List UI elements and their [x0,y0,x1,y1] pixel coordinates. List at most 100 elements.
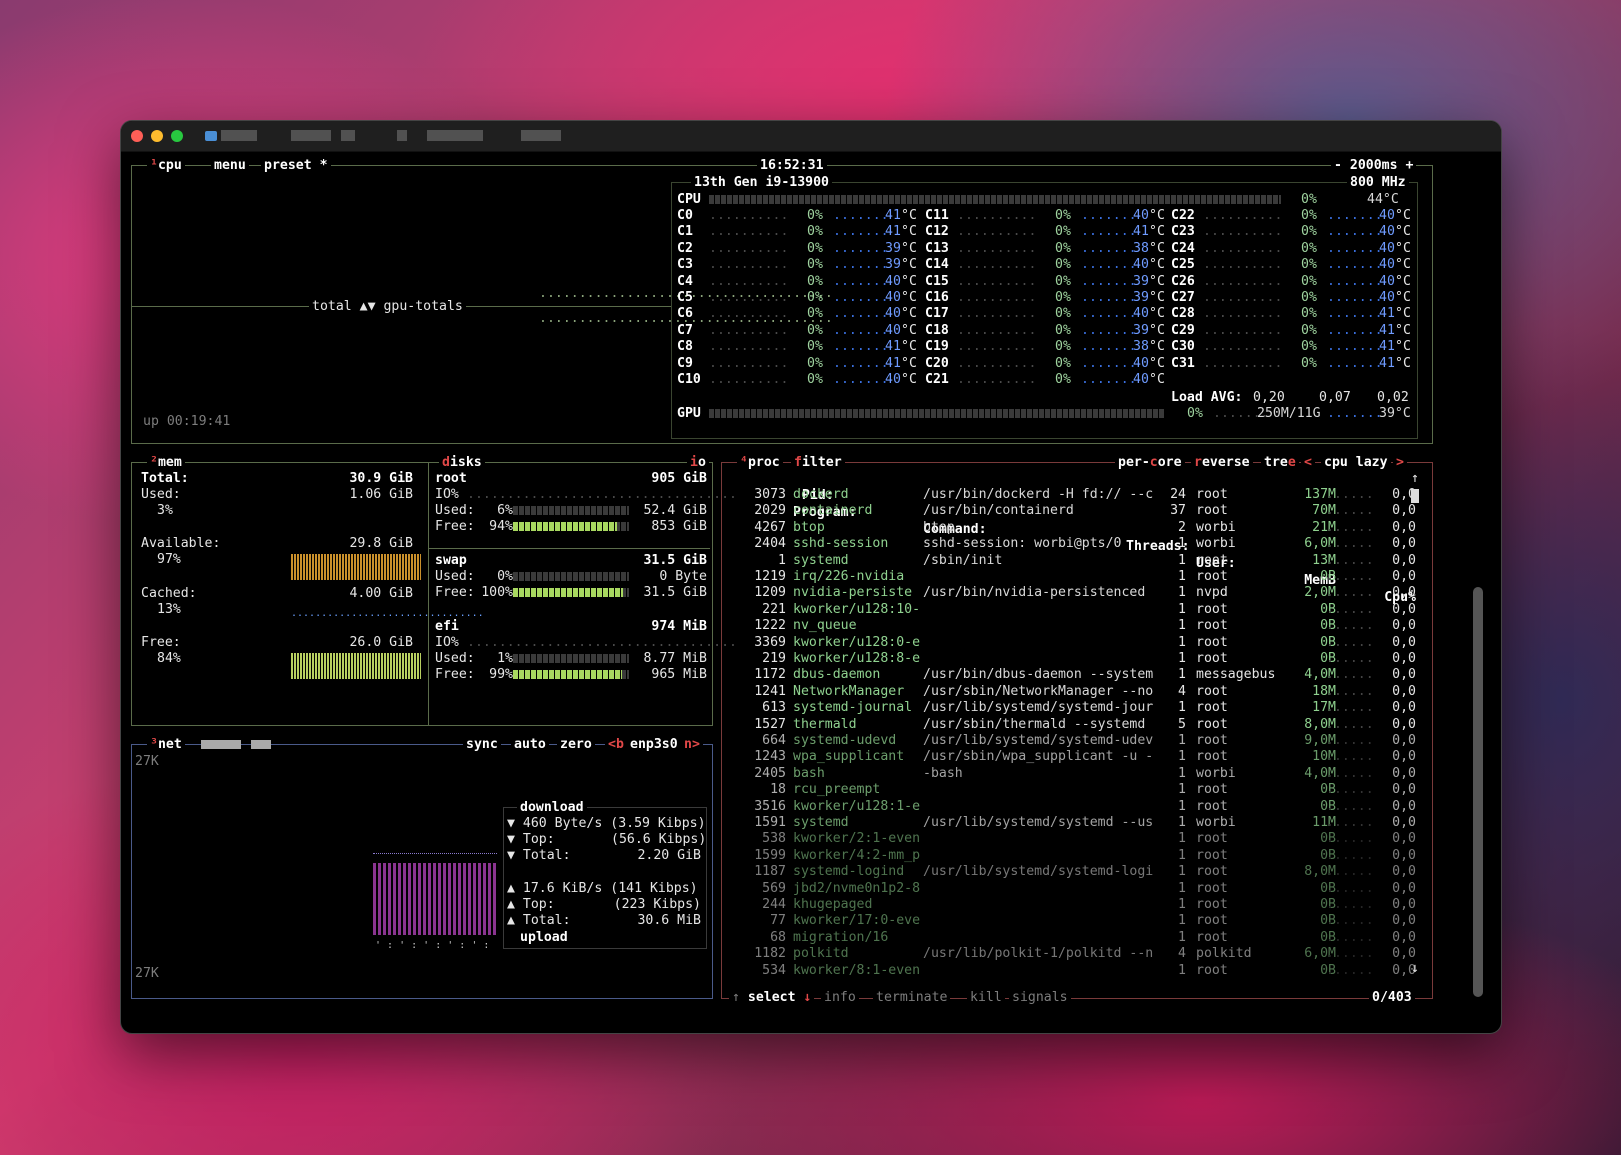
cpu-core-temp: 40 [1379,290,1395,305]
process-row[interactable]: 244 khugepaged 1 root 0B...... 0,0 [731,896,1421,913]
disk-used-label: Used: [435,503,475,518]
net-auto-toggle[interactable]: auto [511,736,549,753]
process-row[interactable]: 1209 nvidia-persiste/usr/bin/nvidia-persi… [731,584,1421,601]
net-zero-toggle[interactable]: zero [557,736,595,753]
process-row[interactable]: 1241 NetworkManager/usr/sbin/NetworkManag… [731,683,1421,700]
process-threads: 1 [1178,749,1186,765]
tab-menu[interactable]: menu [211,157,249,174]
process-row[interactable]: 219 kworker/u128:8-e 1 root 0B...... 0,0 [731,650,1421,667]
process-user: root [1196,897,1228,912]
proc-sort-prev[interactable]: < [1301,454,1315,471]
process-row[interactable]: 538 kworker/2:1-even 1 root 0B...... 0,0 [731,830,1421,847]
process-cpu-bar: ...... [1326,765,1374,781]
net-next-iface[interactable]: n> [681,736,703,753]
process-pid: 1599 [754,847,786,863]
minimize-button[interactable] [151,130,163,142]
disk-name: swap [435,553,467,568]
process-row[interactable]: 664 systemd-udevd/usr/lib/systemd/systemd… [731,732,1421,749]
process-row[interactable]: 1187 systemd-logind/usr/lib/systemd/syste… [731,863,1421,880]
process-row[interactable]: 1219 irq/226-nvidia 1 root 0B...... 0,0 [731,568,1421,585]
cpu-core-meter: .......... [957,372,1037,387]
process-row[interactable]: 4267 btop btop 2 worbi 21M...... 0,0 [731,519,1421,536]
process-cpu: 0,0 [1392,683,1416,699]
process-row[interactable]: 3516 kworker/u128:1-e 1 root 0B...... 0,0 [731,798,1421,815]
tab-disks[interactable]: disks [439,454,485,471]
proc-tree-toggle[interactable]: tree [1261,454,1299,471]
proc-filter[interactable]: filter [791,454,845,471]
net-sync-toggle[interactable]: sync [463,736,501,753]
proc-kill[interactable]: kill [967,989,1005,1006]
scroll-up-arrow[interactable]: ↑ [1411,470,1419,487]
process-cpu: 0,0 [1392,487,1416,502]
process-row[interactable]: 613 systemd-journal/usr/lib/systemd/syste… [731,699,1421,716]
proc-select[interactable]: ↑ select ↓ [729,989,815,1006]
close-button[interactable] [131,130,143,142]
process-command: /usr/sbin/thermald --systemd [923,716,1146,732]
cpu-core-temp-unit: °C [1395,257,1411,273]
cpu-core-temp-unit: °C [1149,290,1165,305]
process-command: /usr/bin/dbus-daemon --system [923,667,1154,683]
tab-io[interactable]: io [687,454,709,471]
process-row[interactable]: 18 rcu_preempt 1 root 0B...... 0,0 [731,781,1421,798]
gpu-temp: 39°C [1379,406,1411,421]
process-row[interactable]: 77 kworker/17:0-eve 1 root 0B...... 0,0 [731,912,1421,929]
proc-reverse-toggle[interactable]: reverse [1191,454,1253,471]
tab-mem[interactable]: ²mem [147,454,185,471]
tab-cpu[interactable]: ¹cpu [147,157,185,174]
net-ul-rate-row: ▲ 17.6 KiB/s (141 Kibps) [507,881,698,896]
tab-proc[interactable]: ⁴proc [737,454,783,471]
process-row[interactable]: 2404 sshd-session sshd-session: worbi@pts/… [731,535,1421,552]
process-row[interactable]: 1172 dbus-daemon/usr/bin/dbus-daemon --sy… [731,666,1421,683]
mem-avail-pct: 97% [157,552,181,567]
cpu-core-temp-unit: °C [901,355,917,371]
process-program: containerd [793,503,873,519]
process-row[interactable]: 2029 containerd/usr/bin/containerd 37 root 7… [731,502,1421,519]
process-pid: 1591 [754,815,786,830]
cpu-core-name: C23 [1171,224,1195,240]
process-user: root [1196,700,1228,716]
process-row[interactable]: 1599 kworker/4:2-mm_p 1 root 0B...... 0,0 [731,847,1421,864]
process-row[interactable]: 3369 kworker/u128:0-e 1 root 0B...... 0,0 [731,634,1421,651]
proc-terminate[interactable]: terminate [873,989,951,1006]
process-row[interactable]: 1243 wpa_supplicant/usr/sbin/wpa_supplica… [731,748,1421,765]
process-program: migration/16 [793,929,889,945]
process-row[interactable]: 534 kworker/8:1-even 1 root 0B...... 0,0 [731,962,1421,979]
process-row[interactable]: 3073 dockerd/usr/bin/dockerd -H fd:// --c… [731,486,1421,503]
window-scrollbar[interactable] [1473,587,1483,997]
process-row[interactable]: 221 kworker/u128:10- 1 root 0B...... 0,0 [731,601,1421,618]
tab-net[interactable]: ³net [147,736,185,753]
disk-name: root [435,471,467,486]
cpu-core-temp-bar: ....... [1327,224,1383,240]
mem-free: 26.0 GiB [349,635,413,650]
process-user: root [1196,487,1228,502]
process-pid: 569 [762,880,786,896]
terminal-window: ¹cpu menu preset * 16:52:31 - 2000ms + 1… [120,120,1502,1034]
cpu-core-meter: .......... [709,224,789,240]
process-row[interactable]: 68 migration/16 1 root 0B...... 0,0 [731,929,1421,946]
proc-signals[interactable]: signals [1009,989,1071,1006]
proc-scroll-thumb[interactable] [1411,489,1419,503]
process-row[interactable]: 1222 nv_queue 1 root 0B...... 0,0 [731,617,1421,634]
process-cpu-bar: ...... [1326,487,1374,502]
process-row[interactable]: 569 jbd2/nvme0n1p2-8 1 root 0B...... 0,0 [731,880,1421,897]
update-interval[interactable]: - 2000ms + [1331,157,1417,174]
proc-info[interactable]: info [821,989,859,1006]
cpu-core-pct: 0% [1055,339,1071,355]
net-download-graph [373,853,497,860]
process-row[interactable]: 1591 systemd/usr/lib/systemd/systemd --us… [731,814,1421,831]
process-row[interactable]: 1182 polkitd/usr/lib/polkit-1/polkitd --n… [731,945,1421,962]
process-row[interactable]: 2405 bash -bash 1 worbi 4,0M...... 0,0 [731,765,1421,782]
net-prev-iface[interactable]: <b [605,736,627,753]
btop-screen[interactable]: ¹cpu menu preset * 16:52:31 - 2000ms + 1… [131,157,1481,1023]
disk-free-pct: 100% [481,585,513,600]
tab-preset[interactable]: preset * [261,157,331,174]
process-row[interactable]: 1527 thermald/usr/sbin/thermald --systemd… [731,716,1421,733]
process-row[interactable]: 1 systemd/sbin/init 1 root 13M...... 0,0 [731,552,1421,569]
zoom-button[interactable] [171,130,183,142]
scroll-down-arrow[interactable]: ↓ [1411,960,1419,977]
net-dl-top-row: ▼ Top: [507,832,555,847]
cpu-core-name: C27 [1171,290,1195,305]
process-threads: 1 [1178,864,1186,880]
proc-sort-next[interactable]: > [1393,454,1407,471]
proc-per-core-toggle[interactable]: per-core [1115,454,1185,471]
